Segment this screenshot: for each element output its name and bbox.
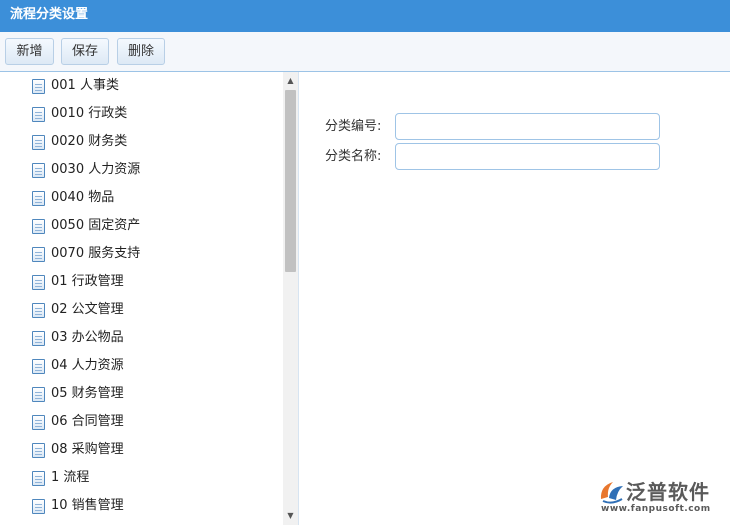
tree-item-label: 10 销售管理 (51, 498, 124, 513)
tree-item[interactable]: 05 财务管理 (0, 380, 283, 408)
scroll-up-arrow-icon[interactable]: ▲ (283, 73, 298, 89)
category-code-input[interactable] (395, 113, 660, 140)
scrollbar-thumb[interactable] (285, 90, 296, 272)
document-icon (32, 443, 45, 458)
toolbar: 新增 保存 删除 (0, 32, 730, 72)
tree-item[interactable]: 01 行政管理 (0, 268, 283, 296)
watermark-url: www.fanpusoft.com (601, 504, 711, 514)
tree-item[interactable]: 08 采购管理 (0, 436, 283, 464)
tree-item-label: 1 流程 (51, 470, 90, 485)
tree-item[interactable]: 06 合同管理 (0, 408, 283, 436)
brand-watermark: 泛普软件 www.fanpusoft.com (598, 476, 726, 516)
save-button[interactable]: 保存 (61, 38, 109, 65)
document-icon (32, 303, 45, 318)
tree-scrollbar[interactable]: ▲ ▼ (283, 72, 298, 525)
window-title: 流程分类设置 (10, 7, 89, 22)
document-icon (32, 163, 45, 178)
tree-item-label: 0010 行政类 (51, 106, 128, 121)
document-icon (32, 471, 45, 486)
tree-item-label: 01 行政管理 (51, 274, 124, 289)
category-tree-panel: 001 人事类 0010 行政类 0020 财务类 0030 人力资源 0040 物品 0… (0, 72, 299, 525)
document-icon (32, 247, 45, 262)
scroll-down-arrow-icon[interactable]: ▼ (283, 508, 298, 524)
category-code-label: 分类编号: (325, 119, 382, 134)
document-icon (32, 387, 45, 402)
tree-item-label: 0020 财务类 (51, 134, 128, 149)
document-icon (32, 191, 45, 206)
tree-item-label: 001 人事类 (51, 78, 119, 93)
tree-item[interactable]: 02 公文管理 (0, 296, 283, 324)
document-icon (32, 275, 45, 290)
tree-item[interactable]: 04 人力资源 (0, 352, 283, 380)
tree-item[interactable]: 10 销售管理 (0, 492, 283, 520)
tree-item[interactable]: 0070 服务支持 (0, 240, 283, 268)
tree-item[interactable]: 03 办公物品 (0, 324, 283, 352)
tree-item-label: 04 人力资源 (51, 358, 124, 373)
tree-item-label: 02 公文管理 (51, 302, 124, 317)
document-icon (32, 499, 45, 514)
tree-item-label: 0070 服务支持 (51, 246, 141, 261)
tree-item-label: 0050 固定资产 (51, 218, 141, 233)
document-icon (32, 415, 45, 430)
tree-item[interactable]: 0030 人力资源 (0, 156, 283, 184)
document-icon (32, 79, 45, 94)
tree-item[interactable]: 0020 财务类 (0, 128, 283, 156)
tree-item[interactable]: 0040 物品 (0, 184, 283, 212)
tree-item-label: 05 财务管理 (51, 386, 124, 401)
category-name-label: 分类名称: (325, 149, 382, 164)
document-icon (32, 359, 45, 374)
add-button[interactable]: 新增 (5, 38, 54, 65)
category-tree: 001 人事类 0010 行政类 0020 财务类 0030 人力资源 0040 物品 0… (0, 72, 283, 525)
tree-item[interactable]: 0050 固定资产 (0, 212, 283, 240)
watermark-brand: 泛普软件 (626, 480, 710, 504)
tree-item[interactable]: 1 流程 (0, 464, 283, 492)
tree-item-label: 0040 物品 (51, 190, 115, 205)
fanpu-logo-icon (600, 482, 623, 504)
delete-button[interactable]: 删除 (117, 38, 165, 65)
tree-item[interactable]: 0010 行政类 (0, 100, 283, 128)
tree-item-label: 06 合同管理 (51, 414, 124, 429)
document-icon (32, 135, 45, 150)
category-name-input[interactable] (395, 143, 660, 170)
document-icon (32, 219, 45, 234)
title-bar: 流程分类设置 (0, 0, 730, 32)
tree-item-label: 0030 人力资源 (51, 162, 141, 177)
tree-item-label: 03 办公物品 (51, 330, 124, 345)
document-icon (32, 107, 45, 122)
document-icon (32, 331, 45, 346)
tree-item[interactable]: 001 人事类 (0, 72, 283, 100)
tree-item-label: 08 采购管理 (51, 442, 124, 457)
